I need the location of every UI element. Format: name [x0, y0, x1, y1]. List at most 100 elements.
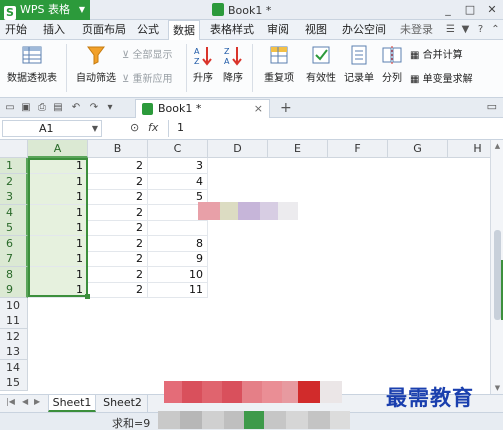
cell-b9[interactable]: 2 [88, 282, 148, 298]
cell-c6[interactable]: 8 [148, 235, 208, 252]
row-header-12[interactable]: 12 [0, 328, 28, 345]
row-header-9[interactable]: 9 [0, 282, 28, 298]
goal-seek-button[interactable]: ▦ 单变量求解 [410, 70, 473, 85]
row-header-14[interactable]: 14 [0, 359, 28, 376]
new-tab-button[interactable]: + [280, 98, 292, 118]
column-header-e[interactable]: E [268, 140, 328, 158]
row-header-7[interactable]: 7 [0, 251, 28, 267]
cell-c7[interactable]: 9 [148, 251, 208, 267]
row-header-3[interactable]: 3 [0, 189, 28, 205]
tab-list-icon[interactable]: ▭ [487, 100, 497, 113]
sort-ascending-button[interactable]: AZ 升序 [190, 44, 216, 84]
tab-insert[interactable]: 插入 [40, 20, 68, 40]
cell-a1[interactable]: 1 [28, 158, 88, 174]
print-icon[interactable]: ⎙ [36, 102, 48, 114]
tab-view[interactable]: 视图 [302, 20, 330, 40]
column-header-h[interactable]: H [448, 140, 490, 158]
insert-function-icon[interactable]: fx [148, 121, 158, 134]
collapse-ribbon-icon[interactable]: ⌃ [488, 20, 503, 40]
row-header-13[interactable]: 13 [0, 344, 28, 360]
duplicates-button[interactable]: 重复项 [256, 44, 302, 84]
scroll-thumb[interactable] [494, 230, 501, 320]
print-preview-icon[interactable]: ▤ [52, 102, 64, 114]
tab-office-space[interactable]: 办公空间 [338, 20, 390, 40]
pivot-table-button[interactable]: 数据透视表 [4, 44, 60, 84]
tab-page-layout[interactable]: 页面布局 [78, 20, 130, 40]
cell-b4[interactable]: 2 [88, 204, 148, 221]
help-icon[interactable]: ? [473, 20, 488, 40]
spreadsheet-grid[interactable]: A B C D E F G H 1 2 3 4 5 6 7 8 9 10 11 … [0, 140, 490, 394]
row-header-8[interactable]: 8 [0, 266, 28, 283]
cell-b1[interactable]: 2 [88, 158, 148, 174]
cell-c1[interactable]: 3 [148, 158, 208, 174]
app-menu-button[interactable]: S WPS 表格 ▼ [0, 0, 90, 20]
text-to-columns-button[interactable]: 分列 [378, 44, 406, 84]
prev-sheet-icon[interactable]: ◀ [22, 397, 28, 406]
column-header-a[interactable]: A [28, 140, 88, 158]
cell-c8[interactable]: 10 [148, 266, 208, 283]
redo-icon[interactable]: ↷ [88, 102, 100, 114]
row-header-15[interactable]: 15 [0, 375, 28, 391]
select-all-corner[interactable] [0, 140, 28, 158]
quick-access-dropdown-icon[interactable]: ▾ [104, 102, 116, 114]
chevron-down-icon[interactable]: ▼ [92, 121, 98, 136]
close-tab-icon[interactable]: × [254, 100, 263, 118]
column-header-f[interactable]: F [328, 140, 388, 158]
sheet-tab-sheet1[interactable]: Sheet1 [48, 395, 96, 412]
first-sheet-icon[interactable]: |◀ [6, 397, 15, 406]
next-sheet-icon[interactable]: ▶ [34, 397, 40, 406]
scroll-up-icon[interactable]: ▲ [493, 142, 502, 150]
column-header-d[interactable]: D [208, 140, 268, 158]
record-form-button[interactable]: 记录单 [342, 44, 376, 84]
settings-icon[interactable]: ☰ [443, 20, 458, 40]
maximize-button[interactable]: □ [459, 0, 481, 20]
autofilter-button[interactable]: 自动筛选 [72, 44, 120, 84]
name-box[interactable]: A1 ▼ [2, 120, 102, 137]
cell-b6[interactable]: 2 [88, 235, 148, 252]
cell-a8[interactable]: 1 [28, 266, 88, 283]
cell-b7[interactable]: 2 [88, 251, 148, 267]
column-header-c[interactable]: C [148, 140, 208, 158]
zoom-search-icon[interactable]: ⊙ [130, 121, 139, 134]
row-header-2[interactable]: 2 [0, 173, 28, 190]
tab-table-style[interactable]: 表格样式 [206, 20, 258, 40]
row-header-5[interactable]: 5 [0, 220, 28, 236]
scroll-down-icon[interactable]: ▼ [493, 384, 502, 392]
cell-c9[interactable]: 11 [148, 282, 208, 298]
cell-c5[interactable] [148, 220, 208, 236]
cell-b5[interactable]: 2 [88, 220, 148, 236]
row-header-11[interactable]: 11 [0, 313, 28, 329]
tab-formula[interactable]: 公式 [134, 20, 162, 40]
sort-descending-button[interactable]: ZA 降序 [220, 44, 246, 84]
cell-a2[interactable]: 1 [28, 173, 88, 190]
row-header-10[interactable]: 10 [0, 297, 28, 314]
tab-data[interactable]: 数据 [168, 20, 200, 41]
undo-icon[interactable]: ↶ [70, 102, 82, 114]
new-file-icon[interactable]: ▭ [4, 102, 16, 114]
tab-home[interactable]: 开始 [2, 20, 30, 40]
cell-a3[interactable]: 1 [28, 189, 88, 205]
save-icon[interactable]: ▣ [20, 102, 32, 114]
row-header-4[interactable]: 4 [0, 204, 28, 221]
reapply-button[interactable]: ⊻ 重新应用 [122, 70, 173, 85]
vertical-scrollbar[interactable]: ▲ ▼ [490, 140, 503, 394]
column-header-g[interactable]: G [388, 140, 448, 158]
cell-a5[interactable]: 1 [28, 220, 88, 236]
close-button[interactable]: ✕ [481, 0, 503, 20]
sheet-tab-sheet2[interactable]: Sheet2 [98, 395, 148, 412]
column-header-b[interactable]: B [88, 140, 148, 158]
cell-a4[interactable]: 1 [28, 204, 88, 221]
cell-a6[interactable]: 1 [28, 235, 88, 252]
document-tab[interactable]: Book1 * × [135, 99, 270, 118]
row-header-1[interactable]: 1 [0, 158, 28, 174]
consolidate-button[interactable]: ▦ 合并计算 [410, 46, 463, 61]
skin-icon[interactable]: ▼ [458, 20, 473, 40]
cell-a7[interactable]: 1 [28, 251, 88, 267]
tab-review[interactable]: 审阅 [264, 20, 292, 40]
formula-input[interactable]: 1 [168, 120, 500, 137]
cell-b8[interactable]: 2 [88, 266, 148, 283]
validity-button[interactable]: 有效性 [304, 44, 338, 84]
cell-a9[interactable]: 1 [28, 282, 88, 298]
row-header-6[interactable]: 6 [0, 235, 28, 252]
minimize-button[interactable]: _ [437, 0, 459, 20]
